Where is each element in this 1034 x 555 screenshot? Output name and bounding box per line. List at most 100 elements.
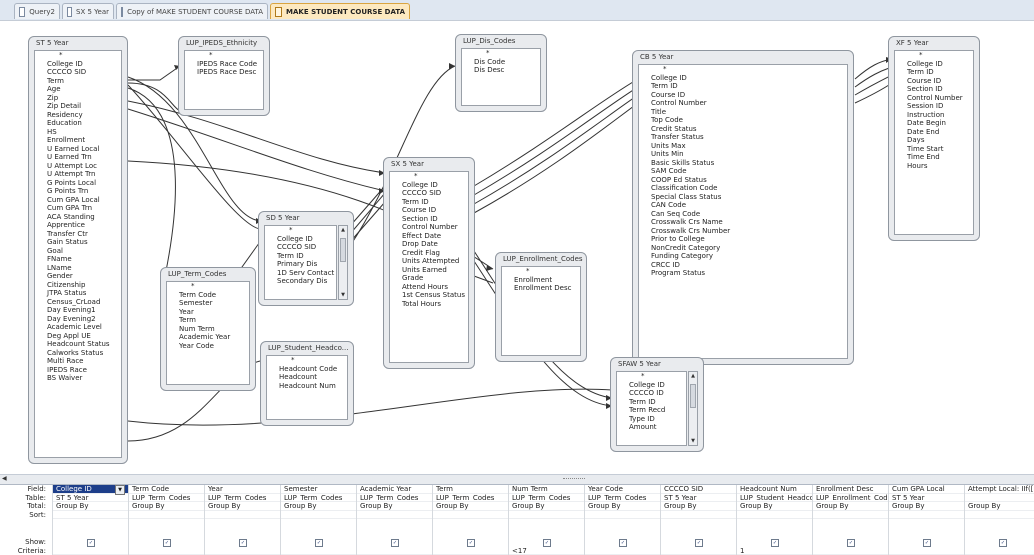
field-item[interactable]: Goal — [35, 247, 121, 256]
field-item[interactable]: IPEDS Race Desc — [185, 68, 263, 77]
field-item[interactable]: G Points Trn — [35, 187, 121, 196]
grid-field-cell[interactable]: Attempt Local: IIf([U — [965, 485, 1034, 494]
grid-field-cell[interactable]: Enrollment Desc — [813, 485, 889, 494]
field-item[interactable]: CCCCO SID — [265, 243, 336, 252]
tab-make-student-course-data[interactable]: MAKE STUDENT COURSE DATA — [270, 3, 410, 19]
field-list[interactable]: *EnrollmentEnrollment Desc — [501, 266, 581, 356]
grid-total-cell[interactable]: Group By — [737, 502, 813, 511]
field-item[interactable]: Effect Date — [390, 232, 468, 241]
grid-table-cell[interactable]: LUP_Term_Codes — [281, 494, 357, 503]
field-item[interactable]: Year — [167, 308, 249, 317]
show-checkbox[interactable]: ✓ — [163, 539, 171, 547]
field-item[interactable]: Headcount Num — [267, 382, 347, 391]
field-list[interactable]: *College IDCCCCO SIDTerm IDPrimary Dis1D… — [264, 225, 337, 300]
field-item[interactable]: 1st Census Status — [390, 291, 468, 300]
field-item[interactable]: Cum GPA Local — [35, 196, 121, 205]
field-item[interactable]: CCCCO SID — [35, 68, 121, 77]
field-item[interactable]: Dis Desc — [462, 66, 540, 75]
field-item[interactable]: Apprentice — [35, 221, 121, 230]
design-horizontal-scrollbar[interactable]: ◀ — [0, 474, 1034, 484]
field-item[interactable]: LName — [35, 264, 121, 273]
field-item[interactable]: Enrollment — [502, 276, 580, 285]
grid-sort-cell[interactable] — [129, 511, 205, 520]
all-fields-item[interactable]: * — [265, 226, 336, 235]
field-list[interactable]: *College IDCCCCO SIDTermAgeZipZip Detail… — [34, 50, 122, 458]
scroll-thumb[interactable] — [340, 238, 346, 262]
grid-sort-cell[interactable] — [813, 511, 889, 520]
field-item[interactable]: CAN Code — [639, 201, 847, 210]
table-lup-enrollment-codes[interactable]: LUP_Enrollment_Codes *EnrollmentEnrollme… — [495, 252, 587, 362]
scroll-up-icon[interactable]: ▲ — [340, 227, 346, 233]
show-checkbox[interactable]: ✓ — [239, 539, 247, 547]
field-item[interactable]: Academic Level — [35, 323, 121, 332]
all-fields-item[interactable]: * — [35, 51, 121, 60]
grid-field-cell[interactable]: Term Code — [129, 485, 205, 494]
grid-column[interactable]: Attempt Local: IIf([UGroup By✓ — [964, 485, 1034, 555]
field-list[interactable]: *IPEDS Race CodeIPEDS Race Desc — [184, 50, 264, 110]
field-item[interactable]: Term ID — [639, 82, 847, 91]
grid-column[interactable]: Year CodeLUP_Term_CodesGroup By✓ — [584, 485, 661, 555]
table-sx-5-year[interactable]: SX 5 Year *College IDCCCCO SIDTerm IDCou… — [383, 157, 475, 369]
field-item[interactable]: Gain Status — [35, 238, 121, 247]
field-item[interactable]: Attend Hours — [390, 283, 468, 292]
field-item[interactable]: Basic Skills Status — [639, 159, 847, 168]
field-item[interactable]: Age — [35, 85, 121, 94]
grid-sort-cell[interactable] — [737, 511, 813, 520]
field-item[interactable]: Control Number — [639, 99, 847, 108]
field-list[interactable]: *College IDTerm IDCourse IDSection IDCon… — [894, 50, 974, 235]
field-item[interactable]: Drop Date — [390, 240, 468, 249]
grid-column[interactable]: Academic YearLUP_Term_CodesGroup By✓ — [356, 485, 433, 555]
tab-sx5year[interactable]: SX 5 Year — [62, 3, 114, 19]
field-item[interactable]: JTPA Status — [35, 289, 121, 298]
show-checkbox[interactable]: ✓ — [467, 539, 475, 547]
grid-total-cell[interactable]: Group By — [965, 502, 1034, 511]
field-item[interactable]: CCCCO SID — [390, 189, 468, 198]
grid-total-cell[interactable]: Group By — [357, 502, 433, 511]
field-item[interactable]: Program Status — [639, 269, 847, 278]
field-item[interactable]: Zip Detail — [35, 102, 121, 111]
field-item[interactable]: Section ID — [390, 215, 468, 224]
sfaw-field-scrollbar[interactable]: ▲▼ — [688, 371, 698, 446]
field-item[interactable]: Grade — [390, 274, 468, 283]
grid-table-cell[interactable]: LUP_Term_Codes — [205, 494, 281, 503]
grid-sort-cell[interactable] — [205, 511, 281, 520]
scroll-thumb[interactable] — [690, 384, 696, 408]
field-item[interactable]: College ID — [35, 60, 121, 69]
field-item[interactable]: Date Begin — [895, 119, 973, 128]
table-lup-ipeds-ethnicity[interactable]: LUP_IPEDS_Ethnicity *IPEDS Race CodeIPED… — [178, 36, 270, 116]
field-item[interactable]: Total Hours — [390, 300, 468, 309]
field-item[interactable]: Term ID — [895, 68, 973, 77]
tab-query2[interactable]: Query2 — [14, 3, 60, 19]
grid-field-cell[interactable]: Term — [433, 485, 509, 494]
field-item[interactable]: Credit Flag — [390, 249, 468, 258]
grid-total-cell[interactable]: Group By — [205, 502, 281, 511]
grid-column[interactable]: Headcount NumLUP_Student_HeadcoGroup By1… — [736, 485, 813, 555]
field-item[interactable]: HS — [35, 128, 121, 137]
field-item[interactable]: Special Class Status — [639, 193, 847, 202]
field-list[interactable]: *College IDTerm IDCourse IDControl Numbe… — [638, 64, 848, 359]
field-item[interactable]: Units Earned — [390, 266, 468, 275]
field-item[interactable]: Num Term — [167, 325, 249, 334]
grid-total-cell[interactable]: Group By — [281, 502, 357, 511]
field-item[interactable]: Year Code — [167, 342, 249, 351]
field-item[interactable]: Crosswalk Crs Name — [639, 218, 847, 227]
show-checkbox[interactable]: ✓ — [391, 539, 399, 547]
all-fields-item[interactable]: * — [462, 49, 540, 58]
field-item[interactable]: Zip — [35, 94, 121, 103]
splitter-grip[interactable] — [563, 478, 585, 481]
scroll-down-icon[interactable]: ▼ — [690, 438, 696, 444]
grid-total-cell[interactable]: Group By — [433, 502, 509, 511]
field-item[interactable]: U Earned Trn — [35, 153, 121, 162]
field-item[interactable]: Type ID — [617, 415, 686, 424]
grid-column[interactable]: SemesterLUP_Term_CodesGroup By✓ — [280, 485, 357, 555]
show-checkbox[interactable]: ✓ — [315, 539, 323, 547]
field-item[interactable]: College ID — [895, 60, 973, 69]
grid-sort-cell[interactable] — [433, 511, 509, 520]
field-item[interactable]: Dis Code — [462, 58, 540, 67]
field-item[interactable]: Headcount Status — [35, 340, 121, 349]
field-item[interactable]: U Attempt Loc — [35, 162, 121, 171]
field-item[interactable]: Units Attempted — [390, 257, 468, 266]
grid-table-cell[interactable]: ST 5 Year — [661, 494, 737, 503]
field-item[interactable]: Title — [639, 108, 847, 117]
field-item[interactable]: Term — [35, 77, 121, 86]
